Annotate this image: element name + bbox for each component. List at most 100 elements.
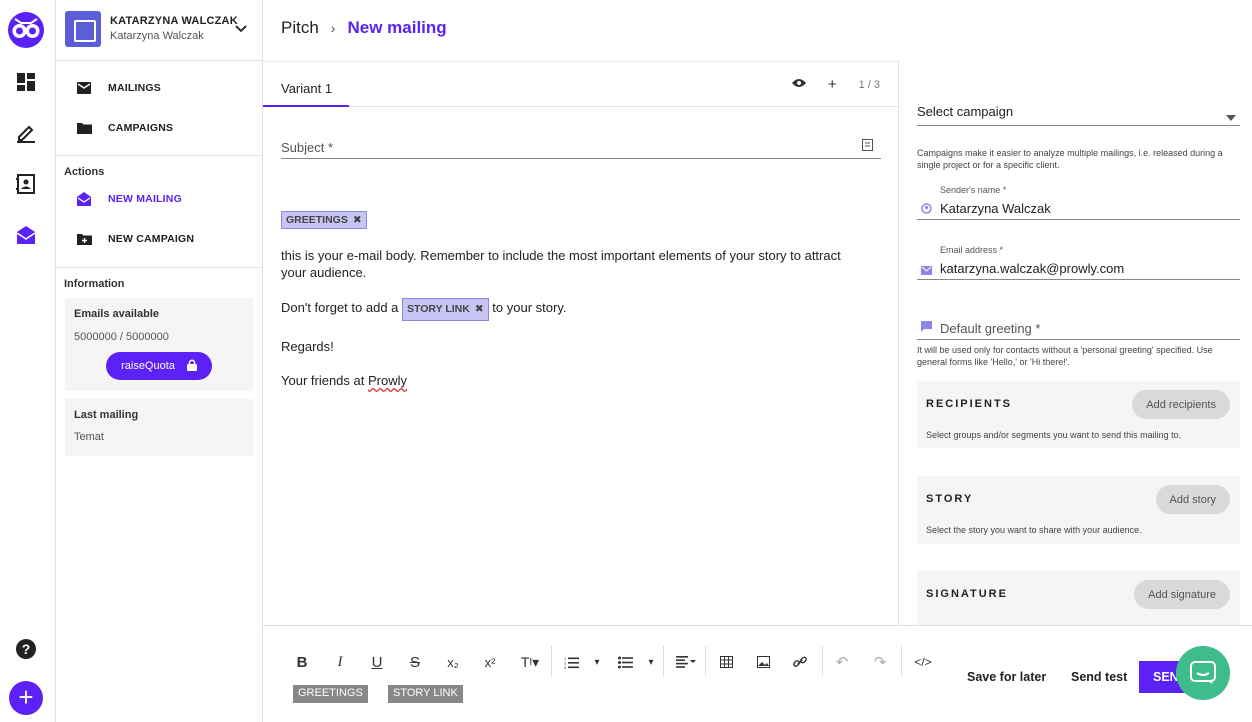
superscript-icon[interactable]: x² xyxy=(478,651,502,673)
subscript-icon[interactable]: x₂ xyxy=(441,651,465,673)
chevron-down-icon[interactable] xyxy=(233,20,249,36)
body-text: Don't forget to add a xyxy=(281,300,399,315)
folder-icon xyxy=(76,120,92,136)
send-test-button[interactable]: Send test xyxy=(1071,670,1127,684)
chat-icon[interactable] xyxy=(1176,646,1230,700)
signature-title: SIGNATURE xyxy=(926,588,1008,600)
preview-eye-icon[interactable] xyxy=(791,78,806,91)
sender-name-field[interactable]: Sender's name * Katarzyna Walczak xyxy=(917,185,1240,220)
sidebar-item-label: MAILINGS xyxy=(108,82,161,94)
link-icon[interactable] xyxy=(788,651,812,673)
body-text: Prowly xyxy=(367,373,407,388)
sidebar-item-label: NEW CAMPAIGN xyxy=(108,233,195,245)
ordered-list-icon[interactable]: 123 xyxy=(559,651,583,673)
bullet-list-caret-icon[interactable]: ▾ xyxy=(639,651,663,673)
contacts-icon[interactable] xyxy=(14,172,38,196)
subject-input[interactable]: Subject * xyxy=(281,132,881,159)
emails-available-value: 5000000 / 5000000 xyxy=(74,331,169,343)
sender-name-value: Katarzyna Walczak xyxy=(940,201,1051,216)
bullet-list-icon[interactable] xyxy=(613,651,637,673)
sidebar-item-label: NEW MAILING xyxy=(108,193,182,205)
sidebar-item-label: CAMPAIGNS xyxy=(108,122,174,134)
emails-available-title: Emails available xyxy=(74,308,159,320)
add-icon[interactable]: + xyxy=(9,681,43,715)
subject-placeholder: Subject * xyxy=(281,140,334,155)
campaign-select[interactable]: Select campaign xyxy=(917,93,1240,126)
formatting-toolbar: B I U S x₂ x² T I ▾ 123 ▾ ▾ ↶ ↷ </> GREETI… xyxy=(263,625,1252,722)
chevron-right-icon: › xyxy=(330,20,336,36)
account-subtitle: Katarzyna Walczak xyxy=(110,30,204,42)
story-link-tag[interactable]: STORY LINK ✖ xyxy=(402,298,489,321)
greetings-tag[interactable]: GREETINGS ✖ xyxy=(281,210,367,229)
table-icon[interactable] xyxy=(714,651,738,673)
default-greeting-field[interactable]: Default greeting * xyxy=(917,311,1240,340)
recipients-title: RECIPIENTS xyxy=(926,398,1013,410)
breadcrumb: Pitch › New mailing xyxy=(281,18,447,38)
underline-icon[interactable]: U xyxy=(365,651,389,673)
strikethrough-icon[interactable]: S xyxy=(403,651,427,673)
greeting-hint: It will be used only for contacts withou… xyxy=(917,345,1213,367)
tab-variant-1[interactable]: Variant 1 xyxy=(263,62,349,107)
remove-tag-icon[interactable]: ✖ xyxy=(353,214,362,226)
variant-tabs: Variant 1 + 1 / 3 xyxy=(263,62,898,107)
font-size-icon[interactable]: T I ▾ xyxy=(516,651,544,673)
person-icon xyxy=(921,201,932,219)
actions-title: Actions xyxy=(64,166,105,178)
icon-rail: ? + xyxy=(0,0,56,722)
italic-icon[interactable]: I xyxy=(328,651,352,673)
bold-icon[interactable]: B xyxy=(290,651,314,673)
caret-down-icon[interactable] xyxy=(1226,108,1236,126)
sidebar-item-new-mailing[interactable]: NEW MAILING xyxy=(56,179,262,219)
raise-quota-button[interactable]: raiseQuota xyxy=(106,352,212,380)
dashboard-icon[interactable] xyxy=(14,70,38,94)
email-address-field[interactable]: Email address * katarzyna.walczak@prowly… xyxy=(917,245,1240,280)
body-text: to your story. xyxy=(492,300,567,315)
add-signature-button[interactable]: Add signature xyxy=(1134,580,1230,609)
undo-icon[interactable]: ↶ xyxy=(830,651,854,673)
email-body[interactable]: this is your e-mail body. Remember to in… xyxy=(281,247,866,406)
email-address-value: katarzyna.walczak@prowly.com xyxy=(940,261,1125,276)
ordered-list-caret-icon[interactable]: ▾ xyxy=(585,651,609,673)
help-icon[interactable]: ? xyxy=(16,639,36,659)
envelope-icon xyxy=(921,262,932,280)
redo-icon[interactable]: ↷ xyxy=(868,651,892,673)
mailing-icon[interactable] xyxy=(14,223,38,247)
body-paragraph: Don't forget to add a STORY LINK ✖ to yo… xyxy=(281,298,866,321)
information-title: Information xyxy=(64,278,125,290)
avatar xyxy=(65,11,101,47)
emails-available-card: Emails available 5000000 / 5000000 raise… xyxy=(65,298,253,391)
code-view-icon[interactable]: </> xyxy=(911,651,935,673)
campaign-placeholder: Select campaign xyxy=(917,104,1014,119)
story-link-chip[interactable]: STORY LINK xyxy=(388,685,463,703)
speech-bubble-icon xyxy=(921,319,932,337)
owl-logo-icon[interactable] xyxy=(7,11,45,49)
align-icon[interactable] xyxy=(671,651,701,673)
account-switcher[interactable]: KATARZYNA WALCZAK Katarzyna Walczak xyxy=(56,0,262,61)
save-for-later-button[interactable]: Save for later xyxy=(967,670,1046,684)
app: ? + KATARZYNA WALCZAK Katarzyna Walczak … xyxy=(0,0,1252,722)
add-story-button[interactable]: Add story xyxy=(1155,485,1230,514)
recipients-section: RECIPIENTS Add recipients Select groups … xyxy=(917,381,1240,448)
sidebar-item-new-campaign[interactable]: NEW CAMPAIGN xyxy=(56,219,262,259)
add-variant-icon[interactable]: + xyxy=(828,76,837,93)
breadcrumb-pitch[interactable]: Pitch xyxy=(281,18,319,38)
sidebar-item-mailings[interactable]: MAILINGS xyxy=(56,68,262,108)
pencil-ruler-icon[interactable] xyxy=(14,121,38,145)
last-mailing-card[interactable]: Last mailing Temat xyxy=(65,399,253,456)
default-greeting-placeholder: Default greeting * xyxy=(940,321,1041,336)
email-address-label: Email address * xyxy=(940,245,1004,255)
add-recipients-button[interactable]: Add recipients xyxy=(1132,390,1230,419)
greetings-chip[interactable]: GREETINGS xyxy=(293,685,368,703)
sidebar-item-campaigns[interactable]: CAMPAIGNS xyxy=(56,108,262,148)
recipients-desc: Select groups and/or segments you want t… xyxy=(926,430,1182,440)
sidebar: KATARZYNA WALCZAK Katarzyna Walczak MAIL… xyxy=(56,0,263,722)
template-icon[interactable] xyxy=(862,139,873,154)
raise-quota-label: raiseQuota xyxy=(121,360,175,372)
remove-tag-icon[interactable]: ✖ xyxy=(475,301,484,318)
mail-open-icon xyxy=(76,191,92,207)
mail-icon xyxy=(76,80,92,96)
folder-add-icon xyxy=(76,231,92,247)
image-icon[interactable] xyxy=(751,651,775,673)
greetings-tag-label: GREETINGS xyxy=(286,214,348,226)
story-desc: Select the story you want to share with … xyxy=(926,525,1142,535)
